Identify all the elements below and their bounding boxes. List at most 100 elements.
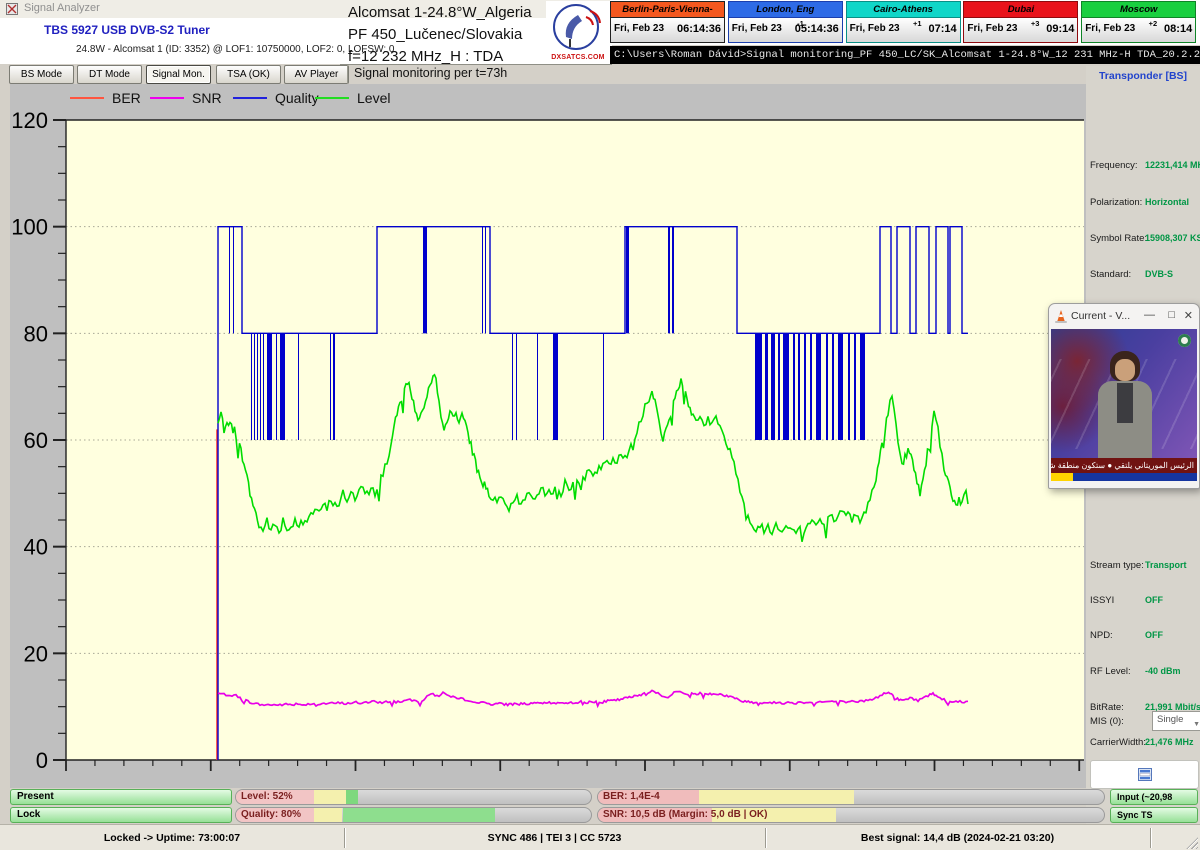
clock-date: Fri, Feb 23	[614, 23, 664, 34]
button-input-mbps-[interactable]: Input (~20,98 Mbps)	[1110, 789, 1198, 805]
legend-label: BER	[112, 90, 141, 106]
svg-text:0: 0	[36, 748, 48, 773]
param-row: Frequency:12231,414 MHz	[1090, 160, 1196, 174]
clock-time: 07:14	[928, 23, 956, 35]
param-value: OFF	[1145, 595, 1163, 605]
clock-body: Fri, Feb 23+309:14	[963, 18, 1078, 43]
clock-time: 05:14:36	[795, 23, 839, 35]
bar-label: SNR: 10,5 dB (Margin: 5,0 dB | OK)	[603, 809, 767, 820]
clock-panel: Cairo-Athens Fri, Feb 23 +1 07:14	[846, 1, 961, 43]
param-label: BitRate:	[1090, 702, 1124, 713]
svg-text:40: 40	[24, 535, 48, 560]
bar-label: Quality: 80%	[241, 809, 301, 820]
header-underline	[340, 64, 612, 65]
vlc-close-button[interactable]: ✕	[1184, 309, 1193, 322]
svg-text:100: 100	[11, 215, 48, 240]
clock-body: Fri, Feb 23 06:14:36	[610, 18, 725, 43]
vlc-minimize-button[interactable]: —	[1144, 309, 1155, 321]
param-label: RF Level:	[1090, 666, 1131, 677]
param-value: OFF	[1145, 630, 1163, 640]
clock-city: Berlin-Paris-Vienna-Roma	[610, 1, 725, 18]
svg-text:20: 20	[24, 641, 48, 666]
vlc-title: Current - V...	[1071, 310, 1130, 322]
status-divider	[1150, 828, 1151, 848]
param-label: Frequency:	[1090, 160, 1138, 171]
dxsatcs-logo: DXSATCS.COM	[546, 1, 610, 62]
stream-list-icon	[1138, 768, 1152, 781]
vlc-window[interactable]: Current - V... — □ ✕ الرئيس الموريتاني ي…	[1048, 303, 1200, 489]
transponder-title: Transponder [BS]	[1086, 70, 1200, 82]
param-value: 21,476 MHz	[1145, 737, 1194, 747]
tab-tsa-ok-[interactable]: TSA (OK)	[216, 65, 281, 84]
vlc-cone-icon	[1054, 309, 1068, 324]
svg-text:60: 60	[24, 428, 48, 453]
clock-date: Fri, Feb 23	[850, 23, 900, 34]
logo-text: DXSATCS.COM	[546, 54, 610, 61]
clock-time: 08:14	[1164, 23, 1192, 35]
status-divider	[765, 828, 766, 848]
monitoring-header: Alcomsat 1-24.8°W_Algeria PF 450_Lučenec…	[348, 2, 548, 68]
legend-swatch	[70, 97, 104, 99]
vlc-maximize-button[interactable]: □	[1168, 309, 1175, 321]
legend-label: SNR	[192, 90, 222, 106]
bar-segment	[699, 790, 853, 804]
vlc-title-bar[interactable]: Current - V... — □ ✕	[1049, 304, 1199, 329]
presenter-shirt	[1117, 383, 1133, 423]
status-uptime: Locked -> Uptime: 73:00:07	[0, 825, 344, 850]
bar-label: BER: 1,4E-4	[603, 791, 660, 802]
clock-body: Fri, Feb 23-105:14:36	[728, 18, 843, 43]
legend-swatch	[233, 97, 267, 99]
chart-legend: BERSNRQualityLevel	[10, 86, 1086, 110]
param-row: Polarization:Horizontal	[1090, 197, 1196, 211]
clock-date: Fri, Feb 23	[967, 23, 1017, 34]
bar-label: Level: 52%	[241, 791, 293, 802]
param-label: Polarization:	[1090, 197, 1142, 208]
clock-offset: +1	[913, 19, 922, 28]
tuner-details: 24.8W - Alcomsat 1 (ID: 3352) @ LOF1: 10…	[76, 44, 394, 55]
bar-segment	[314, 790, 346, 804]
mis-select[interactable]: Single ▼	[1152, 711, 1200, 731]
clock-time: 09:14	[1046, 23, 1074, 35]
param-label: CarrierWidth:	[1090, 737, 1146, 748]
ticker-accent-bar	[1051, 473, 1197, 481]
clock-city: London, Eng	[728, 1, 843, 18]
clock-city: Cairo-Athens	[846, 1, 961, 18]
bar-segment	[343, 808, 496, 822]
clock-panel: Berlin-Paris-Vienna-Roma Fri, Feb 23 06:14…	[610, 1, 725, 43]
clock-body: Fri, Feb 23 +2 08:14	[1081, 18, 1196, 43]
tab-dt-mode[interactable]: DT Mode	[77, 65, 142, 84]
param-row: ISSYIOFF	[1090, 595, 1196, 609]
param-row: Symbol Rate:15908,307 KS/s	[1090, 233, 1196, 247]
news-ticker: الرئيس الموريتاني يلتقي ● ستكون منطقة شم…	[1051, 458, 1197, 473]
tab-bs-mode[interactable]: BS Mode	[9, 65, 74, 84]
progress-bar: SNR: 10,5 dB (Margin: 5,0 dB | OK)	[597, 807, 1105, 823]
console-bar: C:\Users\Roman Dávid>Signal monitoring_P…	[610, 46, 1200, 64]
tab-av-player[interactable]: AV Player	[284, 65, 349, 84]
world-clocks: Berlin-Paris-Vienna-Roma Fri, Feb 23 06:14…	[610, 0, 1200, 45]
button-sync-ts[interactable]: Sync TS	[1110, 807, 1198, 823]
signal-chart: 020406080100120	[10, 110, 1086, 788]
clock-date: Fri, Feb 23	[1085, 23, 1135, 34]
clock-offset: +2	[1149, 19, 1158, 28]
legend-label: Quality	[275, 90, 319, 106]
tab-signal-mon-[interactable]: Signal Mon.	[146, 65, 211, 84]
param-row: NPD:OFF	[1090, 630, 1196, 644]
status-best-signal: Best signal: 14,4 dB (2024-02-21 03:20)	[765, 825, 1150, 850]
indicator-lock: Lock	[10, 807, 232, 823]
resize-grip[interactable]	[1186, 837, 1198, 849]
clock-time: 06:14:36	[677, 23, 721, 35]
mis-value: Single	[1157, 714, 1183, 725]
header-line1: Alcomsat 1-24.8°W_Algeria	[348, 2, 548, 24]
param-row: RF Level:-40 dBm	[1090, 666, 1196, 680]
stream-list-button[interactable]	[1090, 760, 1199, 789]
param-value: 15908,307 KS/s	[1145, 233, 1200, 243]
ticker-accent-yellow	[1051, 473, 1073, 481]
param-label: Stream type:	[1090, 560, 1144, 571]
status-bar: Locked -> Uptime: 73:00:07 SYNC 486 | TE…	[0, 824, 1200, 850]
vlc-video-frame[interactable]	[1051, 329, 1197, 458]
session-note: Signal monitoring per t=73h	[354, 66, 507, 80]
window-title: Signal Analyzer	[24, 2, 100, 14]
chevron-down-icon: ▼	[1193, 717, 1200, 733]
channel-logo	[1178, 334, 1191, 347]
clock-date: Fri, Feb 23	[732, 23, 782, 34]
